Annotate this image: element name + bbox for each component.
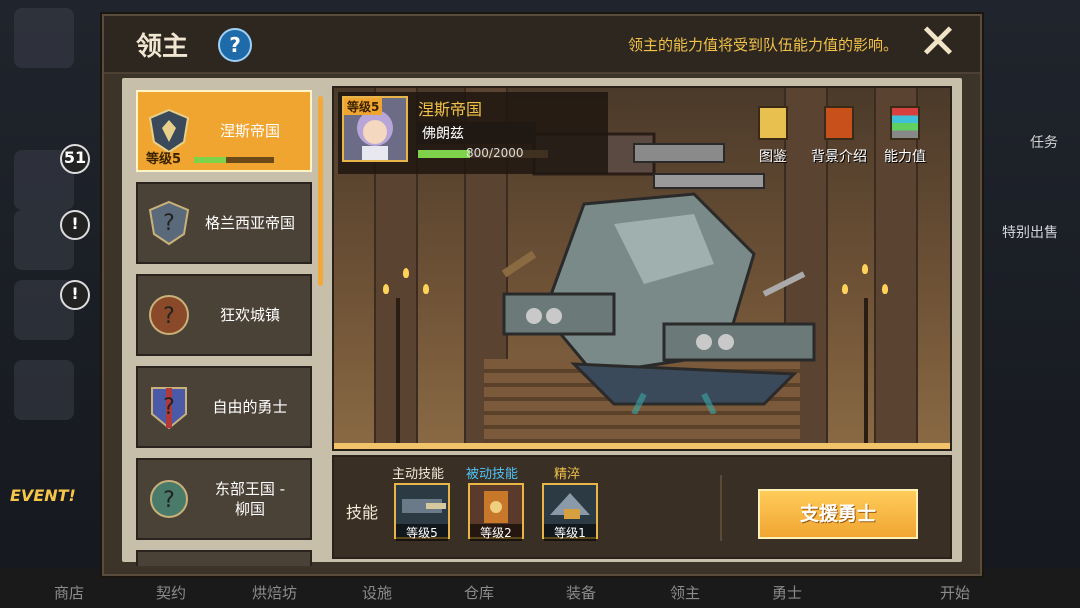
unknown-emblem-icon: ? bbox=[148, 200, 190, 246]
unknown-emblem-icon: ? bbox=[151, 387, 187, 430]
side-menu: 51 ! ! EVENT! bbox=[0, 0, 100, 608]
event-label[interactable]: EVENT! bbox=[10, 486, 76, 505]
lord-item[interactable]: ? 自由的勇士 bbox=[136, 366, 312, 448]
nav-contract[interactable]: 契约 bbox=[156, 582, 186, 603]
lord-name: 东部王国 - 柳国 bbox=[214, 480, 286, 518]
active-skill-header: 主动技能 bbox=[392, 467, 445, 482]
svg-text:?: ? bbox=[163, 395, 175, 420]
mech-skill-icon bbox=[550, 493, 590, 519]
book-icon bbox=[758, 106, 788, 140]
active-skill-slot[interactable]: 等级5 bbox=[394, 483, 450, 541]
nav-equipment[interactable]: 装备 bbox=[566, 582, 596, 603]
skill-level: 等级5 bbox=[396, 524, 448, 541]
close-button[interactable]: ✕ bbox=[916, 18, 960, 66]
nav-shop[interactable]: 商店 bbox=[54, 582, 84, 603]
skill-level: 等级1 bbox=[544, 524, 596, 541]
candelabra bbox=[864, 298, 868, 448]
lord-name: 狂欢城镇 bbox=[219, 306, 280, 324]
hero-name: 佛朗兹 bbox=[422, 126, 464, 142]
skills-panel: 技能 主动技能 被动技能 精淬 等级5 等级2 等级1 支援勇士 bbox=[332, 455, 952, 559]
list-scrollbar[interactable] bbox=[318, 96, 323, 286]
flame-icon bbox=[423, 284, 429, 294]
codex-button[interactable]: 图鉴 bbox=[738, 106, 808, 166]
header-note: 领主的能力值将受到队伍能力值的影响。 bbox=[627, 36, 898, 54]
hero-xp-text: 800/2000 bbox=[466, 146, 524, 160]
passive-skill-slot[interactable]: 等级2 bbox=[468, 483, 524, 541]
cannon-skill-icon bbox=[402, 499, 446, 513]
svg-text:?: ? bbox=[163, 488, 175, 513]
nav-start[interactable]: 开始 bbox=[940, 582, 970, 603]
hero-name-box: 佛朗兹 bbox=[416, 122, 536, 144]
lord-modal: 领主 ? 领主的能力值将受到队伍能力值的影响。 ✕ 涅斯帝国 等级5 ? 格兰西… bbox=[102, 14, 982, 576]
stats-label: 能力值 bbox=[884, 149, 926, 165]
svg-text:?: ? bbox=[163, 304, 175, 329]
essence-slot[interactable]: 等级1 bbox=[542, 483, 598, 541]
lord-list[interactable]: 涅斯帝国 等级5 ? 格兰西亚帝国 ? 狂欢城镇 ? 自由的勇士 ? 东部王国 … bbox=[132, 86, 312, 566]
floor-stripe bbox=[334, 443, 950, 449]
nav-facility[interactable]: 设施 bbox=[362, 582, 392, 603]
avatar[interactable] bbox=[14, 8, 74, 68]
flame-icon bbox=[403, 268, 409, 278]
help-button[interactable]: ? bbox=[218, 28, 252, 62]
lord-item[interactable]: ? 狂欢城镇 bbox=[136, 274, 312, 356]
scroll-skill-icon bbox=[484, 491, 508, 523]
lord-name: 格兰西亚帝国 bbox=[204, 214, 295, 232]
hero-level: 等级5 bbox=[344, 98, 383, 115]
lord-level-bar bbox=[194, 157, 274, 163]
nav-lord[interactable]: 领主 bbox=[670, 582, 700, 603]
hero-faction: 涅斯帝国 bbox=[418, 100, 483, 119]
quest-label[interactable]: 任务 bbox=[1030, 132, 1058, 152]
lord-item[interactable] bbox=[136, 550, 312, 566]
background-info-button[interactable]: 背景介绍 bbox=[804, 106, 874, 166]
lord-level: 等级5 bbox=[146, 152, 182, 167]
lord-stage: 等级5 涅斯帝国 佛朗兹 800/2000 图鉴 背景介绍 能力值 bbox=[332, 86, 952, 451]
flame-icon bbox=[383, 284, 389, 294]
unknown-emblem-icon: ? bbox=[150, 480, 188, 518]
candelabra bbox=[396, 298, 400, 448]
modal-header: 领主 ? 领主的能力值将受到队伍能力值的影响。 ✕ bbox=[104, 16, 980, 74]
nav-hero[interactable]: 勇士 bbox=[772, 582, 802, 603]
modal-title: 领主 bbox=[136, 32, 189, 62]
stats-button[interactable]: 能力值 bbox=[870, 106, 940, 166]
flame-icon bbox=[842, 284, 848, 294]
alert-badge: ! bbox=[60, 210, 90, 240]
skills-label: 技能 bbox=[346, 503, 379, 522]
passive-skill-header: 被动技能 bbox=[466, 467, 519, 482]
svg-text:?: ? bbox=[163, 211, 175, 236]
alert-badge: ! bbox=[60, 280, 90, 310]
gamepad-icon[interactable] bbox=[14, 360, 74, 420]
background-info-label: 背景介绍 bbox=[811, 149, 867, 165]
modal-body: 涅斯帝国 等级5 ? 格兰西亚帝国 ? 狂欢城镇 ? 自由的勇士 ? 东部王国 … bbox=[122, 78, 962, 566]
flame-icon bbox=[862, 264, 868, 274]
skill-level: 等级2 bbox=[470, 524, 522, 541]
lord-item[interactable]: ? 东部王国 - 柳国 bbox=[136, 458, 312, 540]
special-sale-label[interactable]: 特别出售 bbox=[1002, 222, 1058, 242]
right-menu: 任务 特别出售 bbox=[980, 0, 1080, 608]
essence-header: 精淬 bbox=[554, 467, 581, 482]
lord-item[interactable]: 涅斯帝国 等级5 bbox=[136, 90, 312, 172]
scroll-icon bbox=[824, 106, 854, 140]
hero-portrait[interactable]: 等级5 bbox=[342, 96, 408, 162]
hero-card: 等级5 涅斯帝国 佛朗兹 800/2000 bbox=[338, 92, 608, 174]
lord-name: 自由的勇士 bbox=[212, 398, 288, 416]
nav-bakery[interactable]: 烘焙坊 bbox=[252, 582, 297, 603]
nav-warehouse[interactable]: 仓库 bbox=[464, 582, 494, 603]
divider bbox=[720, 475, 722, 541]
codex-label: 图鉴 bbox=[759, 149, 787, 165]
unknown-emblem-icon: ? bbox=[149, 295, 189, 335]
support-hero-button[interactable]: 支援勇士 bbox=[758, 489, 918, 539]
lord-item[interactable]: ? 格兰西亚帝国 bbox=[136, 182, 312, 264]
flame-icon bbox=[882, 284, 888, 294]
stats-icon bbox=[890, 106, 920, 140]
mail-count-badge: 51 bbox=[60, 144, 90, 174]
